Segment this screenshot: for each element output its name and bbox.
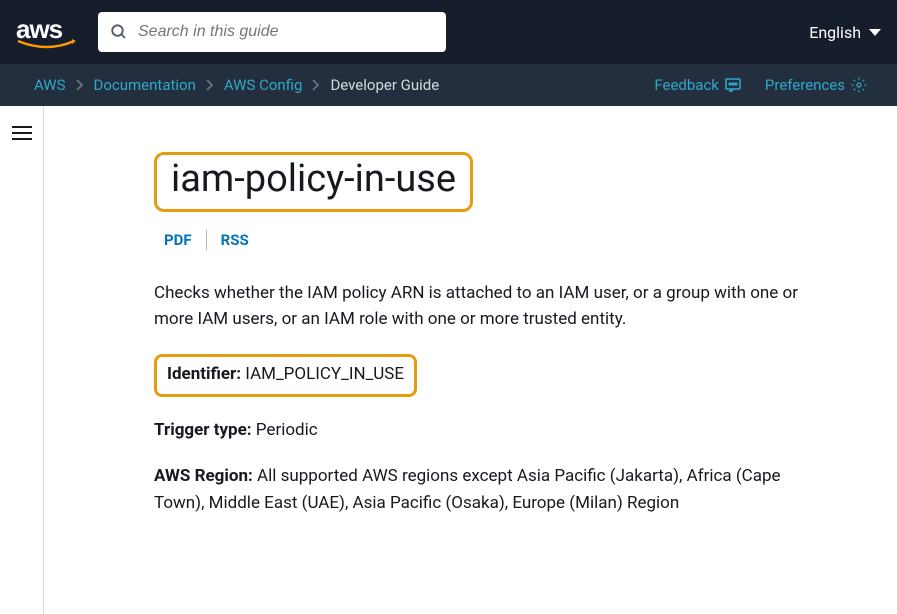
identifier-highlight: Identifier: IAM_POLICY_IN_USE [154,354,417,396]
sidebar-toggle [0,106,44,614]
breadcrumb-aws-config[interactable]: AWS Config [224,76,303,94]
description-text: Checks whether the IAM policy ARN is att… [154,280,834,333]
feedback-icon [725,78,741,92]
caret-down-icon [869,29,881,36]
main-area: iam-policy-in-use PDF RSS Checks whether… [0,106,897,614]
preferences-label: Preferences [765,76,845,94]
content: iam-policy-in-use PDF RSS Checks whether… [44,106,897,614]
region-label: AWS Region: [154,466,253,486]
rss-link[interactable]: RSS [207,231,263,249]
search-box[interactable] [98,12,446,52]
breadcrumb-aws[interactable]: AWS [34,76,66,94]
breadcrumb-documentation[interactable]: Documentation [94,76,196,94]
chevron-right-icon [312,79,320,91]
identifier-value: IAM_POLICY_IN_USE [241,364,404,384]
feedback-link[interactable]: Feedback [654,76,741,94]
chevron-right-icon [76,79,84,91]
identifier-row: Identifier: IAM_POLICY_IN_USE [167,361,404,387]
top-header: aws English [0,0,897,64]
trigger-label: Trigger type: [154,420,252,440]
region-row: AWS Region: All supported AWS regions ex… [154,463,834,516]
hamburger-icon[interactable] [12,122,32,614]
breadcrumb-developer-guide: Developer Guide [330,76,439,94]
language-selector[interactable]: English [809,23,881,42]
aws-logo[interactable]: aws [16,14,78,51]
identifier-label: Identifier: [167,364,241,384]
doc-links: PDF RSS [164,230,837,250]
trigger-value: Periodic [252,420,318,440]
breadcrumb-bar: AWS Documentation AWS Config Developer G… [0,64,897,106]
page-title: iam-policy-in-use [154,152,473,212]
language-label: English [809,23,861,42]
preferences-link[interactable]: Preferences [765,76,867,94]
search-input[interactable] [138,23,434,41]
search-icon [110,23,128,41]
pdf-link[interactable]: PDF [164,231,206,249]
feedback-label: Feedback [654,76,719,94]
trigger-row: Trigger type: Periodic [154,417,834,443]
chevron-right-icon [206,79,214,91]
gear-icon [851,77,867,93]
